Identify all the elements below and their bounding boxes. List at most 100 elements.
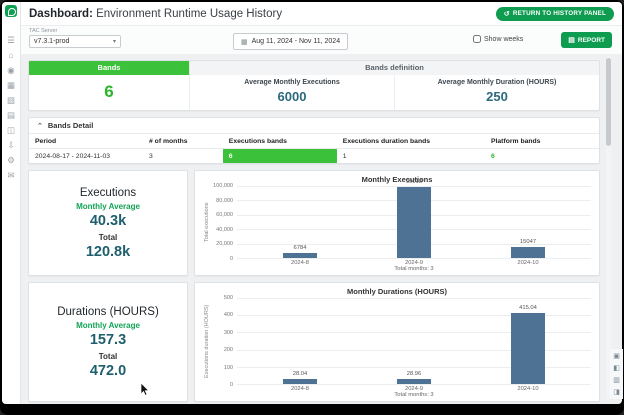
vertical-scrollbar[interactable]	[606, 56, 611, 400]
bar-group: 99018	[357, 186, 471, 258]
bands-header: Bands	[29, 61, 189, 75]
home-icon[interactable]: ⌂	[8, 51, 13, 60]
gridline	[237, 384, 591, 385]
y-tick-label: 500	[224, 295, 233, 301]
bar-value-label: 28.96	[357, 371, 471, 377]
x-axis-label: Total months: 3	[237, 392, 591, 399]
bar-group: 28.96	[357, 298, 471, 384]
messages-icon[interactable]: ✉	[7, 171, 14, 180]
bar-group: 15047	[471, 186, 585, 258]
col-months: # of months	[143, 134, 223, 149]
bar[interactable]	[397, 379, 431, 384]
monthly-executions-chart: Monthly Executions Total executions 100,…	[194, 170, 600, 276]
durations-avg-label: Monthly Average	[76, 321, 140, 330]
col-platform-bands: Platform bands	[485, 134, 599, 149]
dock-icon[interactable]: ◧	[613, 364, 620, 372]
tac-server-label: TAC Server	[29, 28, 121, 34]
bands-detail-title: Bands Detail	[48, 121, 93, 130]
avg-monthly-executions-value: 6000	[190, 89, 394, 104]
date-range-value: Aug 11, 2024 - Nov 11, 2024	[252, 38, 340, 45]
y-tick-label: 300	[224, 330, 233, 336]
bar-value-label: 99018	[357, 179, 471, 185]
date-range-picker[interactable]: ▦ Aug 11, 2024 - Nov 11, 2024	[233, 33, 348, 50]
return-button-label: RETURN TO HISTORY PANEL	[513, 10, 606, 17]
bars: 67849901815047	[237, 186, 591, 258]
bar[interactable]	[511, 247, 545, 258]
menu-icon[interactable]: ☰	[7, 36, 15, 45]
return-to-history-button[interactable]: ↺ RETURN TO HISTORY PANEL	[496, 7, 614, 21]
metrics-icon[interactable]: ◫	[7, 126, 15, 135]
cell-exec-dur-bands: 1	[337, 149, 485, 164]
scrollbar-thumb[interactable]	[606, 58, 611, 146]
durations-title: Durations (HOURS)	[57, 306, 159, 318]
show-weeks-control: Show weeks	[473, 35, 523, 43]
y-tick-label: 20,000	[216, 241, 233, 247]
executions-avg-label: Monthly Average	[76, 202, 140, 211]
settings-icon[interactable]: ⚙	[7, 156, 15, 165]
show-weeks-checkbox[interactable]	[473, 35, 481, 43]
executions-avg-value: 40.3k	[90, 213, 126, 229]
col-exec-bands: Executions bands	[223, 134, 337, 149]
executions-total-value: 120.8k	[86, 244, 130, 260]
gridline	[237, 258, 591, 259]
cell-exec-bands: 6	[223, 149, 337, 164]
bar[interactable]	[511, 313, 545, 384]
avg-monthly-duration-label: Average Monthly Duration (HOURS)	[395, 79, 599, 86]
bands-detail-toggle[interactable]: ⌃ Bands Detail	[29, 118, 599, 133]
bar-value-label: 6784	[243, 245, 357, 251]
plot-area: 28.0428.96 415.04	[237, 298, 591, 385]
dock-icon[interactable]: ◨	[613, 388, 620, 396]
bar-group: 6784	[243, 186, 357, 258]
mouse-cursor-icon	[140, 383, 150, 396]
report-button[interactable]: ▤ REPORT	[561, 32, 612, 48]
projects-icon[interactable]: ▦	[7, 81, 15, 90]
y-tick-label: 400	[224, 312, 233, 318]
page-title-prefix: Dashboard:	[29, 8, 93, 20]
dashboard-content: Bands Bands definition 6 Average Monthly…	[21, 54, 622, 404]
avg-monthly-executions-cell: Average Monthly Executions 6000	[189, 75, 394, 110]
dock-icon[interactable]: ▣	[613, 352, 620, 360]
y-tick-label: 80,000	[216, 198, 233, 204]
tac-server-select[interactable]: v7.3.1-prod ▾	[29, 35, 121, 48]
chart-title: Monthly Durations (HOURS)	[203, 287, 591, 296]
bar-value-label: 415.04	[471, 305, 585, 311]
bar[interactable]	[283, 253, 317, 258]
page-title: Dashboard: Environment Runtime Usage His…	[29, 8, 282, 20]
durations-total-value: 472.0	[90, 363, 126, 379]
user-icon[interactable]: ◉	[7, 66, 14, 75]
y-axis-label: Total executions	[203, 186, 211, 259]
avg-monthly-duration-value: 250	[395, 89, 599, 104]
show-weeks-label: Show weeks	[484, 36, 523, 43]
table-row[interactable]: 2024-08-17 - 2024-11-03 3 6 1 6	[29, 149, 599, 164]
cell-months: 3	[143, 149, 223, 164]
durations-stats-panel: Durations (HOURS) Monthly Average 157.3 …	[28, 282, 188, 402]
tac-server-field: TAC Server v7.3.1-prod ▾	[29, 28, 121, 48]
y-tick-label: 100	[224, 365, 233, 371]
servers-icon[interactable]: ▤	[7, 111, 15, 120]
download-icon[interactable]: ⇩	[7, 141, 14, 150]
chevron-down-icon: ▾	[113, 38, 116, 45]
dock-icon[interactable]: ▥	[613, 376, 620, 384]
left-sidebar: ☰ ⌂ ◉ ▦ ▧ ▤ ◫ ⇩ ⚙ ✉	[2, 2, 21, 404]
bar-group: 28.04	[243, 298, 357, 384]
jobs-icon[interactable]: ▧	[7, 96, 15, 105]
bar[interactable]	[283, 379, 317, 384]
filter-toolbar: TAC Server v7.3.1-prod ▾ ▦ Aug 11, 2024 …	[21, 26, 622, 55]
bands-detail-panel: ⌃ Bands Detail Period # of months Execut…	[28, 117, 600, 164]
page-title-text: Environment Runtime Usage History	[93, 8, 282, 20]
col-exec-dur-bands: Executions duration bands	[337, 134, 485, 149]
back-arrow-icon: ↺	[504, 10, 510, 18]
bar[interactable]	[397, 187, 431, 258]
y-tick-label: 0	[230, 382, 233, 388]
bands-summary: Bands Bands definition 6 Average Monthly…	[28, 60, 600, 111]
executions-total-label: Total	[99, 233, 118, 242]
page-header: Dashboard: Environment Runtime Usage His…	[21, 2, 622, 26]
app-logo-icon[interactable]	[5, 5, 17, 17]
window-frame: ☰ ⌂ ◉ ▦ ▧ ▤ ◫ ⇩ ⚙ ✉ Dashboard: Environme…	[0, 0, 624, 415]
calendar-icon: ▦	[241, 38, 248, 46]
monthly-durations-chart: Monthly Durations (HOURS) Executions dur…	[194, 282, 600, 402]
x-axis-categories: 2024-82024-92024-10	[237, 259, 591, 266]
bar-value-label: 15047	[471, 239, 585, 245]
y-tick-label: 200	[224, 347, 233, 353]
durations-row: Durations (HOURS) Monthly Average 157.3 …	[28, 282, 600, 402]
